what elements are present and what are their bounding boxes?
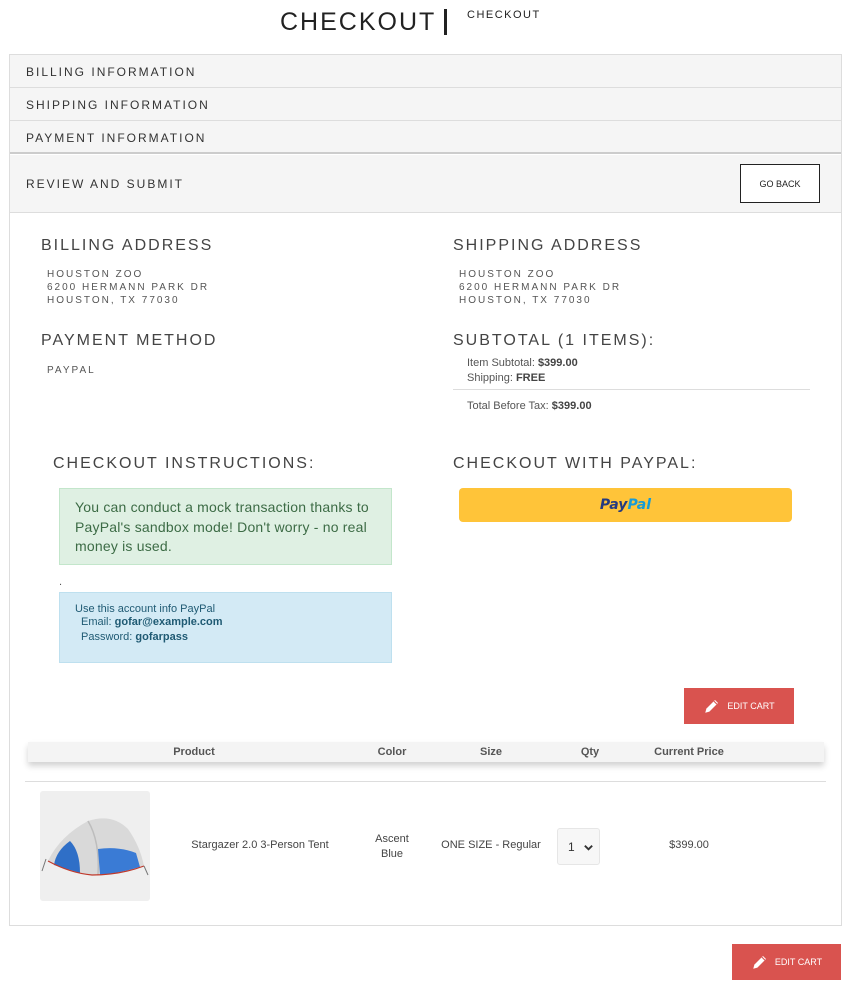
product-size: ONE SIZE - Regular	[441, 839, 541, 851]
column-header-size: Size	[479, 746, 503, 758]
item-subtotal-value: $399.00	[537, 357, 578, 369]
breadcrumb[interactable]: CHECKOUT	[467, 9, 541, 21]
pencil-icon	[705, 700, 719, 713]
column-header-color: Color	[377, 746, 407, 758]
table-divider	[25, 781, 826, 782]
total-before-tax-value: $399.00	[551, 400, 592, 412]
column-header-product: Product	[173, 746, 215, 758]
go-back-button[interactable]: GO BACK	[740, 164, 820, 203]
chevron-down-icon	[584, 845, 593, 851]
shipping-cost-label: Shipping:	[467, 372, 513, 384]
accordion-review-label: REVIEW AND SUBMIT	[26, 177, 185, 191]
product-color-line: Blue	[380, 848, 404, 860]
payment-method-value: PAYPAL	[47, 365, 96, 376]
account-email: Email: gofar@example.com	[81, 615, 376, 630]
checkout-with-paypal-heading: CHECKOUT WITH PAYPAL:	[453, 455, 698, 472]
subtotal-heading: SUBTOTAL (1 ITEMS):	[453, 332, 656, 349]
subtotal-divider	[453, 389, 810, 390]
accordion-review: REVIEW AND SUBMIT GO BACK	[10, 155, 841, 213]
product-color: Ascent Blue	[375, 832, 409, 862]
billing-address-line: HOUSTON, TX 77030	[47, 295, 180, 306]
edit-cart-button-bottom[interactable]: EDIT CART	[732, 944, 841, 980]
accordion-payment[interactable]: PAYMENT INFORMATION	[10, 121, 841, 154]
page-title: CHECKOUT	[280, 8, 437, 36]
accordion-billing[interactable]: BILLING INFORMATION	[10, 55, 841, 88]
account-email-label: Email:	[81, 616, 112, 628]
accordion-billing-label: BILLING INFORMATION	[26, 65, 197, 79]
item-subtotal: Item Subtotal: $399.00	[467, 357, 578, 369]
pencil-icon	[753, 956, 766, 969]
product-color-line: Ascent	[375, 833, 409, 845]
sandbox-alert: You can conduct a mock transaction thank…	[59, 488, 392, 565]
paypal-logo-pal: Pal	[627, 497, 652, 513]
account-password-value: gofarpass	[135, 631, 188, 643]
title-divider	[444, 9, 447, 35]
accordion-payment-label: PAYMENT INFORMATION	[26, 131, 207, 145]
shipping-address-line: HOUSTON, TX 77030	[459, 295, 592, 306]
account-password-label: Password:	[81, 631, 133, 643]
billing-address-line: 6200 HERMANN PARK DR	[47, 282, 210, 293]
edit-cart-label: EDIT CART	[774, 957, 823, 967]
paypal-button[interactable]: PayPal	[459, 488, 792, 522]
quantity-value: 1	[568, 839, 575, 854]
billing-address: HOUSTON ZOO 6200 HERMANN PARK DR HOUSTON…	[47, 268, 209, 307]
shipping-cost-value: FREE	[515, 372, 546, 384]
column-header-qty: Qty	[580, 746, 600, 758]
total-before-tax-label: Total Before Tax:	[467, 400, 549, 412]
item-subtotal-label: Item Subtotal:	[467, 357, 535, 369]
account-info-alert: Use this account info PayPal Email: gofa…	[59, 592, 392, 663]
accordion-shipping[interactable]: SHIPPING INFORMATION	[10, 88, 841, 121]
product-price: $399.00	[669, 839, 709, 851]
account-password: Password: gofarpass	[81, 630, 376, 645]
account-email-value: gofar@example.com	[114, 616, 223, 628]
quantity-select[interactable]: 1	[557, 828, 600, 865]
checkout-instructions-heading: CHECKOUT INSTRUCTIONS:	[53, 455, 316, 472]
shipping-address: HOUSTON ZOO 6200 HERMANN PARK DR HOUSTON…	[459, 268, 621, 307]
total-before-tax: Total Before Tax: $399.00	[467, 400, 592, 412]
paypal-logo: PayPal	[600, 497, 651, 513]
shipping-cost: Shipping: FREE	[467, 372, 545, 384]
account-info-title: Use this account info PayPal	[75, 603, 216, 615]
tent-image	[41, 818, 149, 876]
product-image[interactable]	[40, 791, 150, 901]
edit-cart-button[interactable]: EDIT CART	[684, 688, 794, 724]
paypal-logo-pay: Pay	[599, 497, 628, 513]
shipping-address-line: 6200 HERMANN PARK DR	[459, 282, 622, 293]
billing-address-heading: BILLING ADDRESS	[41, 237, 214, 254]
separator-dot: .	[59, 576, 63, 588]
shipping-address-heading: SHIPPING ADDRESS	[453, 237, 643, 254]
accordion-shipping-label: SHIPPING INFORMATION	[26, 98, 210, 112]
product-name[interactable]: Stargazer 2.0 3-Person Tent	[191, 839, 328, 851]
edit-cart-label: EDIT CART	[727, 701, 775, 711]
payment-method-heading: PAYMENT METHOD	[41, 332, 218, 349]
shipping-address-line: HOUSTON ZOO	[459, 269, 556, 280]
column-header-price: Current Price	[654, 746, 724, 758]
billing-address-line: HOUSTON ZOO	[47, 269, 144, 280]
